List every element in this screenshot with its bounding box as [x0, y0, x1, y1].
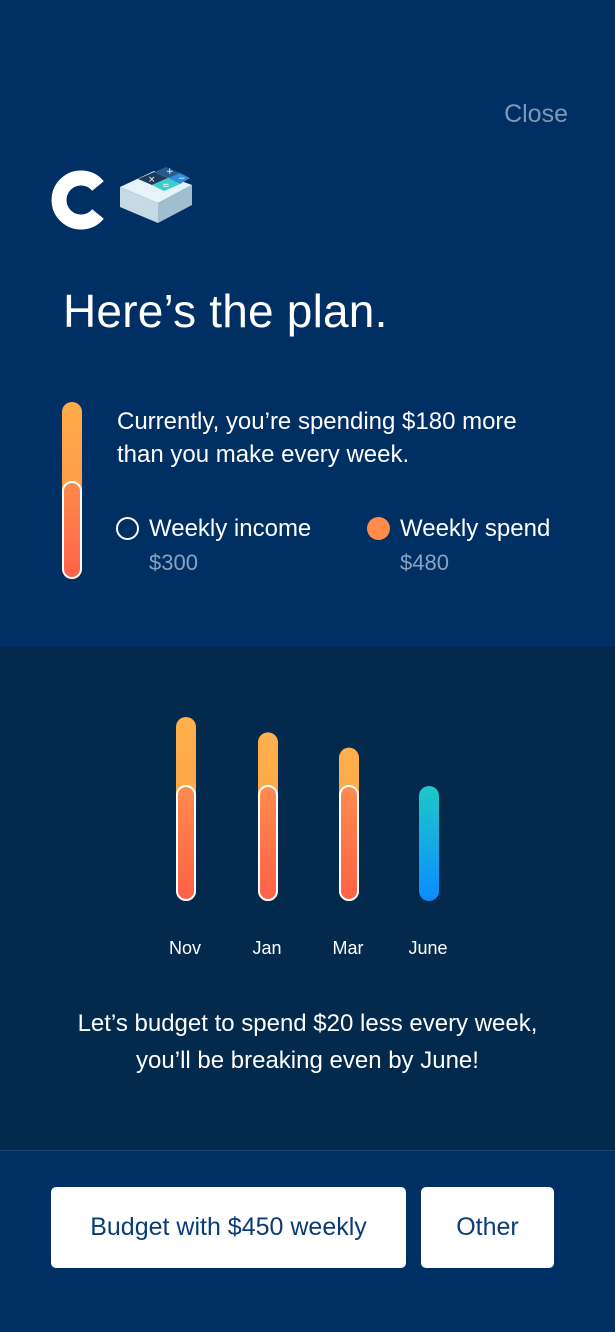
x-tick-label: June: [408, 938, 447, 958]
income-dot-icon: [116, 517, 139, 540]
message-line-2: you’ll be breaking even by June!: [136, 1047, 479, 1074]
brand-c-icon: [51, 170, 104, 230]
income-bar-nov: [176, 785, 196, 901]
projection-chart: Nov Jan Mar June: [169, 717, 448, 958]
svg-text:=: =: [162, 181, 170, 191]
svg-text:+: +: [166, 167, 174, 177]
income-vs-spend-bar: [62, 402, 82, 579]
close-button[interactable]: Close: [504, 100, 568, 129]
budget-message: Let’s budget to spend $20 less every wee…: [0, 1005, 615, 1079]
x-tick-label: Mar: [333, 938, 364, 958]
spend-dot-icon: [367, 517, 390, 540]
spending-summary: Currently, you’re spending $180 more tha…: [117, 408, 517, 468]
legend-amount: $480: [400, 550, 449, 575]
calculator-icon: × + = −: [120, 167, 192, 223]
x-tick-label: Jan: [252, 938, 281, 958]
legend-amount: $300: [149, 550, 198, 575]
income-fill: [62, 481, 82, 579]
income-bar-jan: [258, 785, 278, 901]
plan-header-section: Close × + = − Here’s the plan. Currently…: [0, 0, 615, 647]
svg-text:−: −: [178, 174, 186, 184]
legend-label: Weekly spend: [400, 515, 551, 542]
x-tick-label: Nov: [169, 938, 201, 958]
goal-bar-june: [419, 786, 439, 901]
income-bar-mar: [339, 785, 359, 901]
message-line-1: Let’s budget to spend $20 less every wee…: [77, 1010, 538, 1037]
action-bar: Budget with $450 weekly Other: [0, 1150, 615, 1332]
page-title: Here’s the plan.: [63, 285, 388, 337]
other-button[interactable]: Other: [421, 1187, 554, 1268]
legend-label: Weekly income: [149, 515, 312, 542]
svg-text:×: ×: [148, 175, 156, 185]
budget-weekly-button[interactable]: Budget with $450 weekly: [51, 1187, 406, 1268]
projection-section: Nov Jan Mar June Let’s budget to spend $20 …: [0, 647, 615, 1150]
